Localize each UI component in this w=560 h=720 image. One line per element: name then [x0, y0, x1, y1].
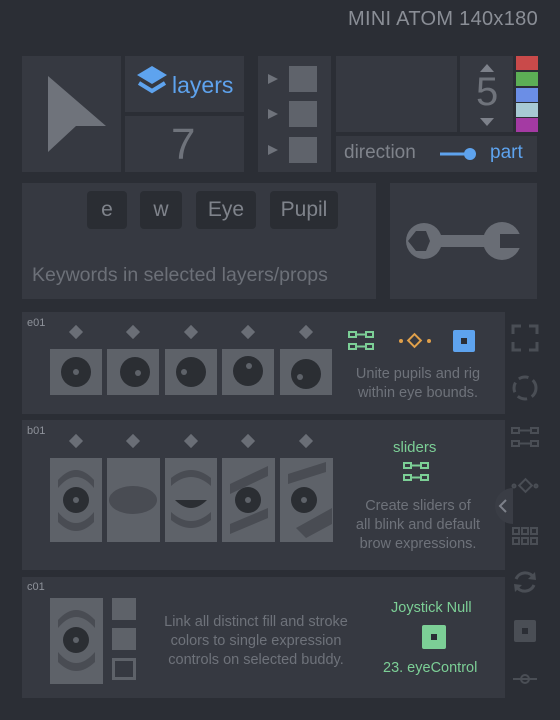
app-title: MINI ATOM 140x180 — [348, 8, 538, 30]
pupil-thumb[interactable] — [280, 349, 332, 395]
swatch-green[interactable] — [516, 72, 538, 86]
sliders-label[interactable]: sliders — [393, 439, 436, 456]
direction-switch[interactable] — [438, 147, 478, 161]
keyframe-diamonds-icon[interactable] — [398, 332, 432, 350]
eye-control-label[interactable]: 23. eyeControl — [383, 660, 477, 676]
keyword-chip[interactable]: e — [87, 191, 127, 229]
layers-icon — [137, 66, 167, 94]
swatch-blue[interactable] — [516, 88, 538, 102]
joystick-control-icon[interactable] — [422, 625, 446, 649]
eye-thumb[interactable] — [50, 598, 103, 684]
sliders-link-icon[interactable] — [402, 460, 430, 484]
keyframe-diamonds-icon[interactable] — [511, 472, 539, 500]
fill-color-chip[interactable] — [112, 598, 136, 620]
pupil-thumb[interactable] — [50, 349, 102, 395]
stepper-value: 5 — [476, 70, 499, 114]
stepper-panel[interactable]: 5 — [460, 56, 513, 132]
fill-color-chip[interactable] — [112, 628, 136, 650]
row-id: c01 — [27, 581, 45, 593]
row-description: Link all distinct fill and stroke colors … — [164, 614, 348, 668]
swatch-red[interactable] — [516, 56, 538, 70]
slider-icon[interactable] — [511, 665, 539, 693]
keyword-chip[interactable]: w — [140, 191, 182, 229]
pupil-thumb[interactable] — [107, 349, 159, 395]
select-tool-button[interactable] — [22, 56, 121, 172]
play-icon[interactable] — [268, 145, 278, 155]
chevron-down-icon[interactable] — [480, 118, 494, 126]
layer-slot-2[interactable] — [289, 101, 317, 127]
control-square-icon[interactable] — [511, 617, 539, 645]
refresh-icon[interactable] — [511, 568, 539, 596]
row-id: e01 — [27, 317, 46, 329]
layers-label: layers — [172, 72, 234, 98]
row-description: Unite pupils and rig within eye bounds. — [355, 366, 481, 401]
row-id: b01 — [27, 425, 46, 437]
rig-link-icon[interactable] — [511, 424, 539, 452]
pointer-arrow-icon — [48, 76, 106, 152]
wrench-icon — [406, 222, 522, 260]
rotate-bounds-icon[interactable] — [511, 374, 539, 402]
grid-icon[interactable] — [511, 522, 539, 550]
joystick-null-label[interactable]: Joystick Null — [391, 600, 472, 616]
preview-panel — [336, 56, 457, 132]
rig-link-icon[interactable] — [347, 329, 375, 353]
layer-count-display: 7 — [125, 116, 244, 172]
pupil-thumb[interactable] — [222, 349, 274, 395]
bounds-frame-icon[interactable] — [511, 324, 539, 352]
keywords-hint: Keywords in selected layers/props — [32, 264, 328, 286]
blink-expression-strip[interactable] — [50, 458, 333, 542]
direction-value: part — [490, 142, 523, 163]
layer-list-panel — [258, 56, 331, 172]
play-icon[interactable] — [268, 74, 278, 84]
collapse-tab[interactable] — [491, 488, 513, 524]
row-description: Create sliders of all blink and default br… — [355, 498, 481, 552]
direction-label: direction — [344, 142, 416, 163]
keyword-chip[interactable]: Pupil — [270, 191, 338, 229]
keyword-chip[interactable]: Eye — [196, 191, 256, 229]
rig-tools-button[interactable] — [390, 183, 537, 299]
swatch-light-blue[interactable] — [516, 103, 538, 117]
layer-count: 7 — [171, 120, 196, 169]
bounds-square-icon[interactable] — [453, 330, 475, 352]
play-icon[interactable] — [268, 109, 278, 119]
stroke-color-chip[interactable] — [112, 658, 136, 680]
pupil-thumb[interactable] — [165, 349, 217, 395]
layer-slot-3[interactable] — [289, 137, 317, 163]
layer-slot-1[interactable] — [289, 66, 317, 92]
swatch-purple[interactable] — [516, 118, 538, 132]
